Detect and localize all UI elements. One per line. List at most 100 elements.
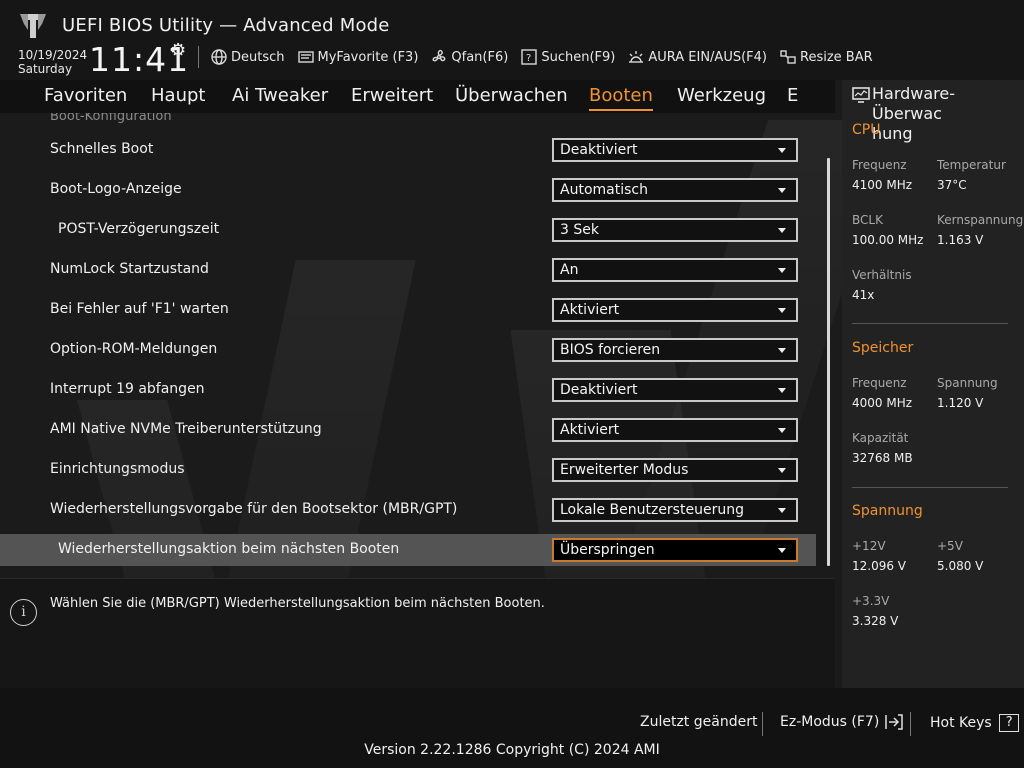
dropdown-arrow-icon: [778, 308, 786, 313]
cpu-freq-label: Frequenz: [852, 158, 907, 172]
mem-cap-value: 32768 MB: [852, 451, 913, 465]
bclk-label: BCLK: [852, 213, 883, 227]
ez-mode-label: Ez-Modus (F7): [780, 714, 880, 730]
hot-keys-button[interactable]: Hot Keys ?: [930, 714, 1020, 732]
bclk-value: 100.00 MHz: [852, 233, 924, 247]
setting-row[interactable]: Boot-Logo-Anzeige Automatisch: [0, 174, 816, 206]
dropdown-arrow-icon: [778, 268, 786, 273]
tab-favoriten[interactable]: Favoriten: [44, 85, 127, 106]
dropdown-arrow-icon: [778, 388, 786, 393]
setting-dropdown[interactable]: Aktiviert: [552, 418, 798, 442]
ratio-label: Verhältnis: [852, 268, 912, 282]
setting-dropdown[interactable]: Überspringen: [552, 538, 798, 562]
settings-scrollbar[interactable]: [827, 158, 830, 566]
tab-booten[interactable]: Booten: [589, 85, 653, 111]
setting-label: POST-Verzögerungszeit: [58, 221, 220, 237]
setting-label: Boot-Logo-Anzeige: [50, 181, 182, 197]
setting-row[interactable]: POST-Verzögerungszeit 3 Sek: [0, 214, 816, 246]
search-button[interactable]: ? Suchen(F9): [520, 48, 615, 66]
svg-text:?: ?: [526, 53, 531, 64]
resize-bar-button[interactable]: Resize BAR: [779, 48, 873, 66]
setting-dropdown[interactable]: An: [552, 258, 798, 282]
tab-ueberwachen[interactable]: Überwachen: [455, 85, 568, 106]
setting-row[interactable]: Interrupt 19 abfangen Deaktiviert: [0, 374, 816, 406]
hardware-monitor-panel: Hardware-Überwac hung CPU Frequenz 4100 …: [842, 80, 1024, 688]
setting-label: Wiederherstellungsaktion beim nächsten B…: [58, 541, 400, 557]
ez-mode-button[interactable]: Ez-Modus (F7): [780, 714, 904, 730]
date-display: 10/19/2024: [18, 48, 88, 62]
setting-label: Einrichtungsmodus: [50, 461, 185, 477]
vcore-value: 1.163 V: [937, 233, 984, 247]
dropdown-value: An: [560, 262, 579, 278]
main-nav-tabs: Favoriten Haupt Ai Tweaker Erweitert Übe…: [0, 80, 835, 113]
memory-heading: Speicher: [852, 340, 914, 356]
help-question-icon: ?: [999, 714, 1020, 732]
setting-dropdown[interactable]: Aktiviert: [552, 298, 798, 322]
qfan-button[interactable]: Qfan(F6): [430, 48, 508, 66]
myfavorite-button[interactable]: MyFavorite (F3): [297, 48, 419, 66]
dropdown-value: Automatisch: [560, 182, 648, 198]
section-title: Boot-Konfiguration: [50, 113, 172, 124]
tab-erweitert[interactable]: Erweitert: [351, 85, 433, 106]
monitor-icon: [852, 87, 870, 103]
hardware-monitor-title: Hardware-Überwac hung: [872, 84, 1022, 144]
footer-divider: [910, 712, 911, 736]
setting-dropdown[interactable]: BIOS forcieren: [552, 338, 798, 362]
setting-row[interactable]: AMI Native NVMe Treiberunterstützung Akt…: [0, 414, 816, 446]
setting-label: AMI Native NVMe Treiberunterstützung: [50, 421, 322, 437]
setting-dropdown[interactable]: Deaktiviert: [552, 378, 798, 402]
tab-exit-partial[interactable]: E: [787, 85, 798, 106]
exit-arrow-icon: [884, 714, 903, 730]
info-icon: i: [10, 599, 37, 626]
cpu-temp-value: 37°C: [937, 178, 967, 192]
dropdown-value: Erweiterter Modus: [560, 462, 689, 478]
v33-label: +3.3V: [852, 594, 890, 608]
hw-divider: [852, 323, 1008, 324]
setting-row[interactable]: Schnelles Boot Deaktiviert: [0, 134, 816, 166]
settings-list: Boot-Konfiguration Schnelles Boot Deakti…: [0, 113, 835, 573]
mem-volt-label: Spannung: [937, 376, 998, 390]
mem-freq-value: 4000 MHz: [852, 396, 913, 410]
tuf-logo-icon: [20, 14, 46, 38]
app-title: UEFI BIOS Utility — Advanced Mode: [62, 15, 390, 36]
setting-dropdown[interactable]: Deaktiviert: [552, 138, 798, 162]
tab-haupt[interactable]: Haupt: [151, 85, 205, 106]
hot-keys-label: Hot Keys: [930, 715, 992, 731]
cpu-freq-value: 4100 MHz: [852, 178, 913, 192]
setting-row[interactable]: NumLock Startzustand An: [0, 254, 816, 286]
setting-row[interactable]: Wiederherstellungsvorgabe für den Bootse…: [0, 494, 816, 526]
setting-row[interactable]: Einrichtungsmodus Erweiterter Modus: [0, 454, 816, 486]
dropdown-arrow-icon: [778, 148, 786, 153]
gear-icon[interactable]: ⚙: [170, 40, 186, 61]
setting-label: Option-ROM-Meldungen: [50, 341, 218, 357]
v5-label: +5V: [937, 539, 963, 553]
ratio-value: 41x: [852, 288, 875, 302]
fan-icon: [432, 49, 446, 62]
language-button[interactable]: Deutsch: [210, 48, 285, 66]
setting-row[interactable]: Option-ROM-Meldungen BIOS forcieren: [0, 334, 816, 366]
setting-dropdown[interactable]: 3 Sek: [552, 218, 798, 242]
aura-label: AURA EIN/AUS(F4): [648, 49, 767, 65]
setting-dropdown[interactable]: Automatisch: [552, 178, 798, 202]
tab-ai-tweaker[interactable]: Ai Tweaker: [232, 85, 328, 106]
setting-label: Schnelles Boot: [50, 141, 154, 157]
dropdown-arrow-icon: [778, 428, 786, 433]
dropdown-value: Überspringen: [560, 542, 655, 558]
myfavorite-label: MyFavorite (F3): [317, 49, 419, 65]
tab-werkzeug[interactable]: Werkzeug: [677, 85, 766, 106]
setting-row[interactable]: Bei Fehler auf 'F1' warten Aktiviert: [0, 294, 816, 326]
v33-value: 3.328 V: [852, 614, 899, 628]
dropdown-value: Aktiviert: [560, 422, 620, 438]
top-header: UEFI BIOS Utility — Advanced Mode 10/19/…: [0, 0, 1024, 80]
dropdown-value: 3 Sek: [560, 222, 599, 238]
dropdown-arrow-icon: [778, 228, 786, 233]
dropdown-arrow-icon: [778, 508, 786, 513]
qfan-label: Qfan(F6): [451, 49, 509, 65]
setting-row-selected[interactable]: Wiederherstellungsaktion beim nächsten B…: [0, 534, 816, 566]
favorite-icon: [297, 51, 314, 63]
last-changed-button[interactable]: Zuletzt geändert: [640, 714, 757, 730]
v12-value: 12.096 V: [852, 559, 907, 573]
setting-dropdown[interactable]: Lokale Benutzersteuerung: [552, 498, 798, 522]
aura-button[interactable]: AURA EIN/AUS(F4): [627, 48, 767, 66]
setting-dropdown[interactable]: Erweiterter Modus: [552, 458, 798, 482]
